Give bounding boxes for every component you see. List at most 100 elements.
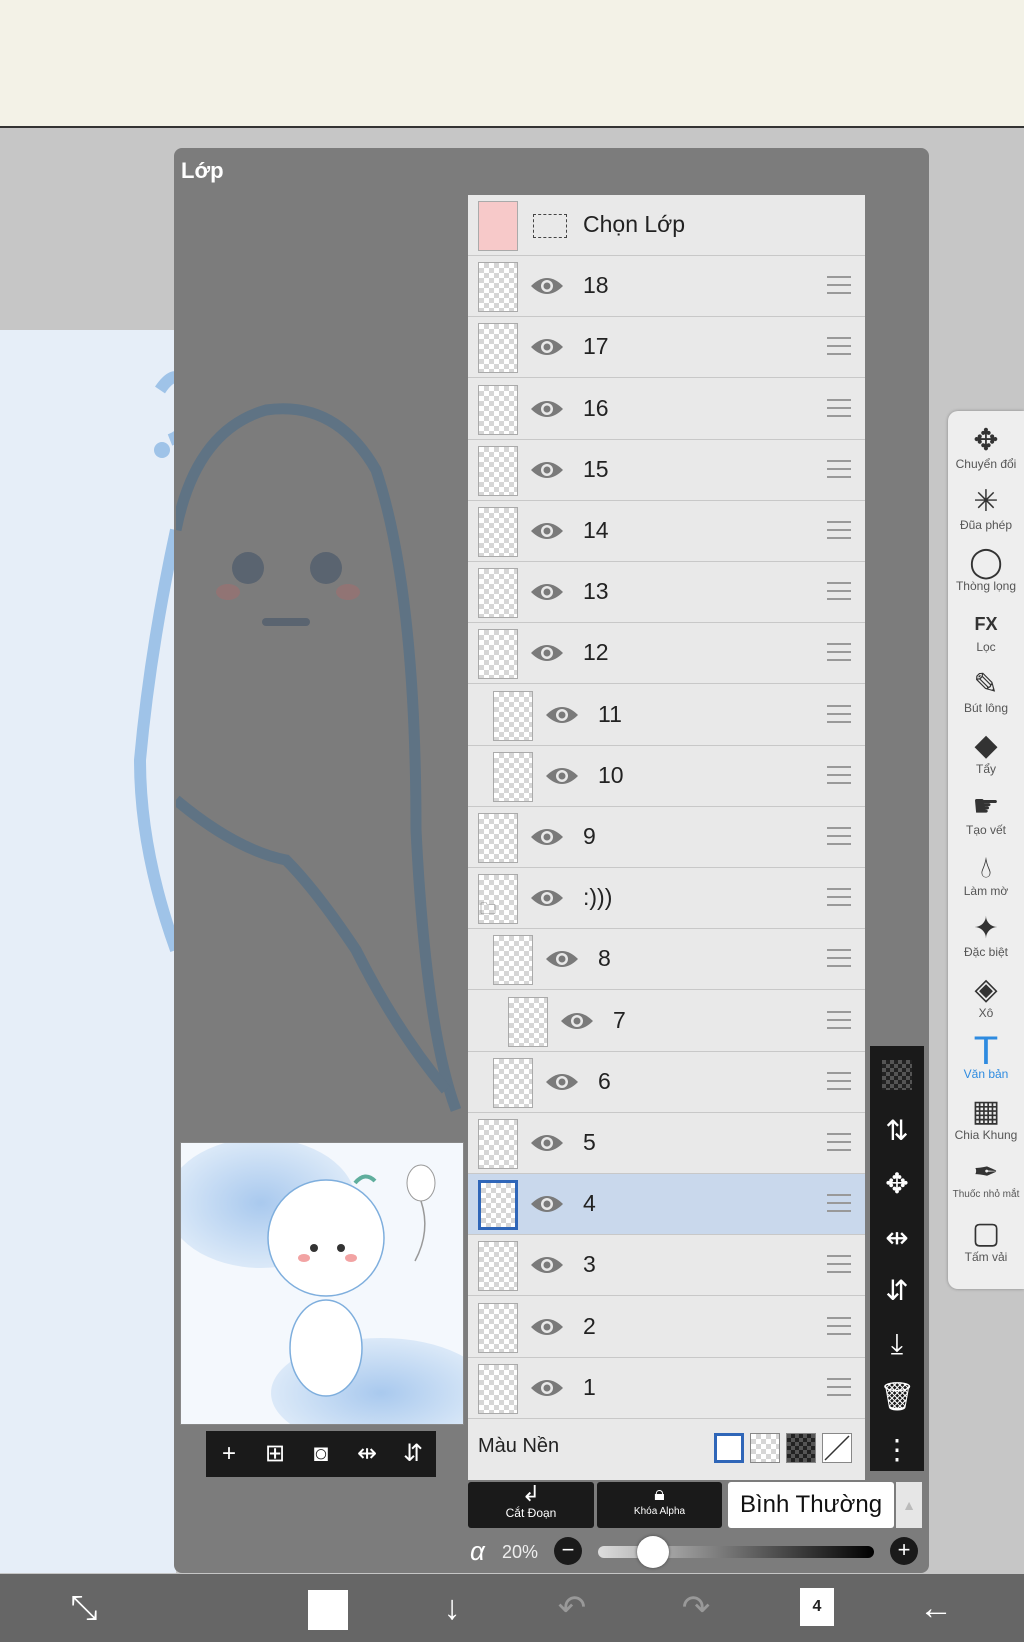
tool-button[interactable]: ◈ Xô <box>948 972 1024 1032</box>
camera-icon[interactable]: ◙ <box>304 1439 338 1469</box>
flip-horizontal-button[interactable]: ⇹ <box>877 1218 917 1258</box>
drag-handle-icon[interactable] <box>827 1010 851 1029</box>
canvas-preview[interactable] <box>180 1142 464 1425</box>
opacity-decrease-button[interactable]: − <box>554 1537 582 1565</box>
layer-row[interactable]: 4 <box>468 1174 865 1236</box>
move-layer-button[interactable]: ✥ <box>877 1164 917 1204</box>
drag-handle-icon[interactable] <box>827 1377 851 1396</box>
add-layer-copy-button[interactable]: ⊞ <box>258 1439 292 1469</box>
visibility-eye-icon[interactable] <box>530 1376 564 1400</box>
blend-mode-select[interactable]: Bình Thường <box>728 1482 894 1528</box>
visibility-eye-icon[interactable] <box>530 886 564 910</box>
drag-handle-icon[interactable] <box>827 337 851 356</box>
visibility-eye-icon[interactable] <box>530 580 564 604</box>
layer-row[interactable]: 6 <box>468 1051 865 1113</box>
drag-handle-icon[interactable] <box>827 582 851 601</box>
layer-row[interactable]: 10 <box>468 745 865 807</box>
visibility-eye-icon[interactable] <box>545 1070 579 1094</box>
visibility-eye-icon[interactable] <box>545 703 579 727</box>
drag-handle-icon[interactable] <box>827 1194 851 1213</box>
tool-button[interactable]: ◯ Thòng lọng <box>948 545 1024 605</box>
visibility-eye-icon[interactable] <box>530 825 564 849</box>
tool-button[interactable]: ✳ Đũa phép <box>948 484 1024 544</box>
tool-button[interactable]: 💧︎ Làm mờ <box>948 850 1024 910</box>
tool-button[interactable]: ✦ Đặc biệt <box>948 911 1024 971</box>
download-arrow-icon[interactable]: ↓ <box>428 1584 476 1632</box>
undo-icon[interactable]: ↶ <box>548 1584 596 1632</box>
tool-button[interactable]: ▢ Tấm vải <box>948 1216 1024 1276</box>
blend-mode-arrow-icon[interactable]: ▲ <box>896 1482 922 1528</box>
more-options-button[interactable]: ⋮ <box>877 1430 917 1470</box>
drag-handle-icon[interactable] <box>827 1071 851 1090</box>
drag-handle-icon[interactable] <box>827 949 851 968</box>
drag-handle-icon[interactable] <box>827 1255 851 1274</box>
clipping-button[interactable]: ↲ Cắt Đoạn <box>468 1482 594 1528</box>
quick-tools-icon[interactable]: ⤡ <box>60 1584 108 1632</box>
layer-row[interactable]: 5 <box>468 1113 865 1174</box>
visibility-eye-icon[interactable] <box>560 1009 594 1033</box>
drag-handle-icon[interactable] <box>827 704 851 723</box>
color-swatch-button[interactable] <box>308 1590 348 1630</box>
layer-row[interactable]: 7 <box>468 990 865 1052</box>
background-checker-swatch[interactable] <box>750 1433 780 1463</box>
visibility-eye-icon[interactable] <box>530 274 564 298</box>
opacity-increase-button[interactable]: + <box>890 1537 918 1565</box>
drag-handle-icon[interactable] <box>827 398 851 417</box>
background-dark-checker-swatch[interactable] <box>786 1433 816 1463</box>
drag-handle-icon[interactable] <box>827 521 851 539</box>
background-none-swatch[interactable] <box>822 1433 852 1463</box>
tool-button[interactable]: ✎ Bút lông <box>948 667 1024 727</box>
visibility-eye-icon[interactable] <box>530 397 564 421</box>
layer-row[interactable]: 🗀:))) <box>468 868 865 930</box>
visibility-eye-icon[interactable] <box>530 1315 564 1339</box>
back-arrow-icon[interactable]: ← <box>912 1584 960 1632</box>
visibility-eye-icon[interactable] <box>530 1253 564 1277</box>
layer-row[interactable]: 8 <box>468 929 865 991</box>
tool-button[interactable]: ✥ Chuyển đổi <box>948 423 1024 483</box>
tool-button[interactable]: ✒ Thuốc nhỏ mắt <box>948 1155 1024 1215</box>
visibility-eye-icon[interactable] <box>530 1192 564 1216</box>
layers-count-button[interactable]: 4 <box>800 1588 834 1626</box>
layer-row[interactable]: 15 <box>468 439 865 501</box>
layer-row[interactable]: 14 <box>468 501 865 562</box>
layer-row[interactable]: 17 <box>468 317 865 379</box>
drag-handle-icon[interactable] <box>827 1316 851 1335</box>
drag-handle-icon[interactable] <box>827 459 851 478</box>
layer-row[interactable]: 2 <box>468 1296 865 1358</box>
background-white-swatch[interactable] <box>714 1433 744 1463</box>
layer-row[interactable]: 12 <box>468 623 865 685</box>
select-layer-row[interactable]: Chọn Lớp <box>468 195 865 256</box>
visibility-eye-icon[interactable] <box>530 335 564 359</box>
flip-preview-vertical-button[interactable]: ⇵ <box>396 1439 430 1469</box>
drag-handle-icon[interactable] <box>827 1133 851 1151</box>
flip-vertical-button[interactable]: ⇵ <box>877 1271 917 1311</box>
layer-row[interactable]: 13 <box>468 562 865 624</box>
layer-row[interactable]: 9 <box>468 807 865 868</box>
visibility-eye-icon[interactable] <box>530 458 564 482</box>
tool-button[interactable]: ☛ Tạo vết <box>948 789 1024 849</box>
transparent-fill-button[interactable] <box>882 1060 912 1090</box>
tool-button[interactable]: ◆ Tẩy <box>948 728 1024 788</box>
layer-row[interactable]: 3 <box>468 1235 865 1297</box>
visibility-eye-icon[interactable] <box>545 764 579 788</box>
delete-layer-button[interactable]: 🗑 <box>877 1377 917 1417</box>
opacity-slider-handle[interactable] <box>637 1536 670 1568</box>
alpha-lock-button[interactable]: 🔒︎ Khóa Alpha <box>597 1482 722 1528</box>
layer-row[interactable]: 11 <box>468 684 865 746</box>
layer-row[interactable]: 16 <box>468 378 865 440</box>
add-layer-button[interactable]: + <box>212 1439 246 1469</box>
layer-row[interactable]: 18 <box>468 256 865 318</box>
merge-down-button[interactable]: ⤓ <box>877 1324 917 1364</box>
visibility-eye-icon[interactable] <box>545 947 579 971</box>
flip-preview-horizontal-button[interactable]: ⇹ <box>350 1439 384 1469</box>
tool-button[interactable]: T Văn bản <box>948 1031 1024 1093</box>
tool-button[interactable]: FX Lọc <box>948 606 1024 666</box>
canvas-area[interactable] <box>0 330 197 1573</box>
tool-button[interactable]: ▦ Chia Khung <box>948 1094 1024 1154</box>
drag-handle-icon[interactable] <box>827 827 851 845</box>
drag-handle-icon[interactable] <box>827 276 851 295</box>
drag-handle-icon[interactable] <box>827 888 851 907</box>
layer-convert-button[interactable]: ⇅ <box>877 1111 917 1151</box>
visibility-eye-icon[interactable] <box>530 519 564 543</box>
visibility-eye-icon[interactable] <box>530 641 564 665</box>
